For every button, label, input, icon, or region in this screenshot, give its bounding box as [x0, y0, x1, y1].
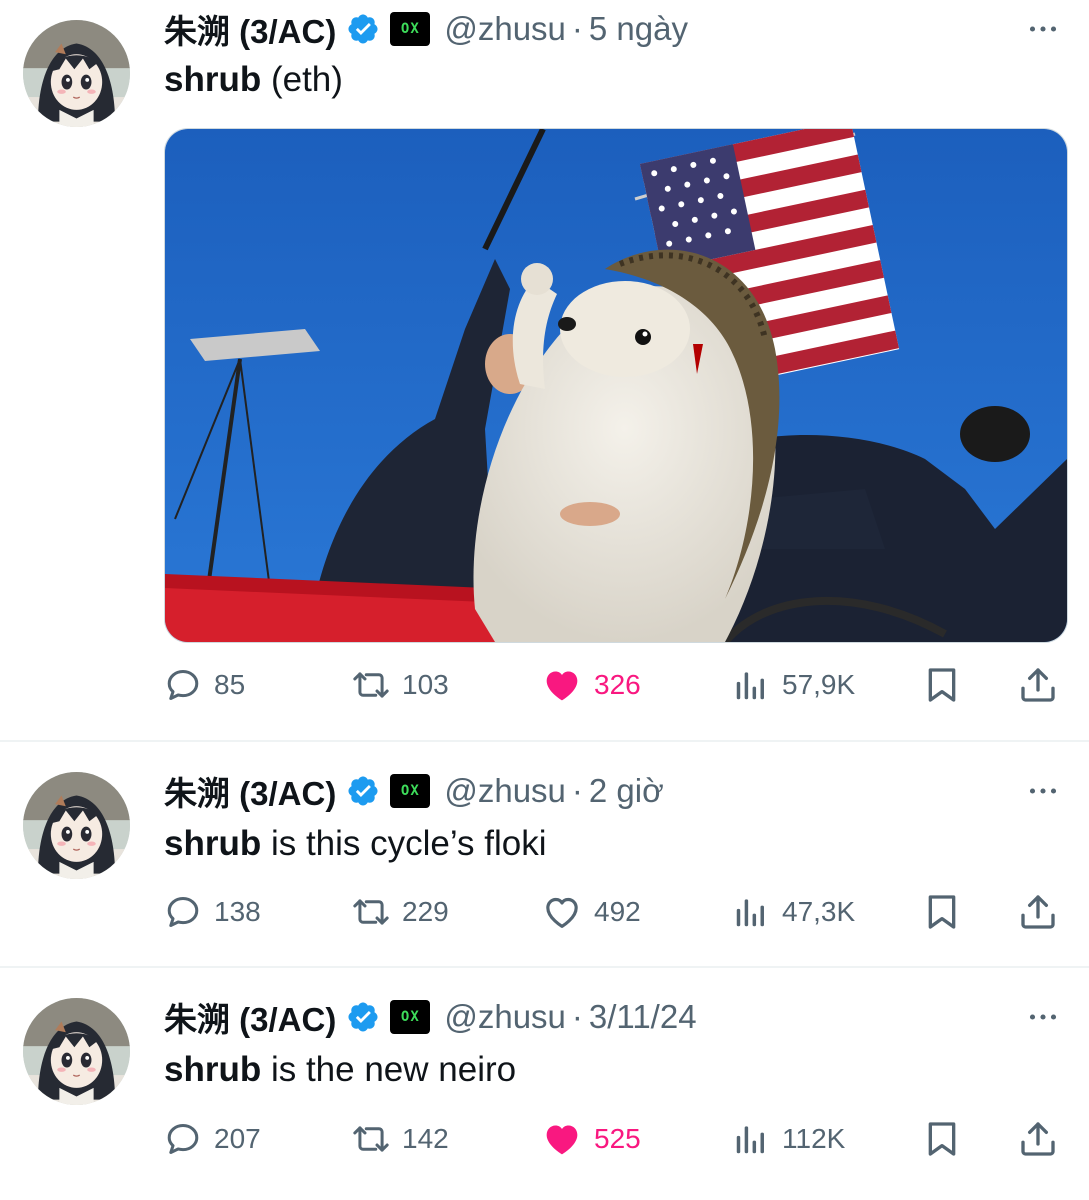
tweet-image[interactable]: [164, 128, 1068, 643]
tweet-text: shrub (eth): [164, 60, 343, 100]
reply-count: 85: [214, 669, 246, 700]
views-button[interactable]: 112K: [732, 1114, 845, 1164]
share-icon: [1018, 1119, 1058, 1159]
verified-icon[interactable]: [346, 12, 380, 46]
share-button[interactable]: [1018, 660, 1058, 710]
analytics-icon: [732, 666, 770, 704]
bookmark-button[interactable]: [922, 1114, 962, 1164]
like-button[interactable]: 492: [542, 887, 641, 937]
avatar[interactable]: [23, 772, 130, 879]
reply-icon: [164, 893, 202, 931]
repost-icon: [352, 893, 390, 931]
like-count: 525: [594, 1123, 641, 1154]
tweet-text-rest: is this cycle’s floki: [261, 824, 547, 863]
tweet-text-bold: shrub: [164, 1050, 262, 1089]
tweet-header: 朱溯 (3/AC) OX @zhusu · 3/11/24: [164, 992, 697, 1042]
tweet-text-bold: shrub: [164, 60, 262, 99]
share-button[interactable]: [1018, 1114, 1058, 1164]
repost-count: 103: [402, 669, 449, 700]
timestamp[interactable]: 5 ngày: [589, 10, 688, 48]
repost-icon: [352, 666, 390, 704]
analytics-icon: [732, 1120, 770, 1158]
verified-icon[interactable]: [346, 1000, 380, 1034]
handle[interactable]: @zhusu: [444, 998, 566, 1036]
heart-icon: [542, 665, 582, 705]
org-badge-label: OX: [400, 783, 420, 799]
tweet-header: 朱溯 (3/AC) OX @zhusu · 2 giờ: [164, 766, 664, 816]
org-badge[interactable]: OX: [390, 1000, 431, 1034]
like-count: 326: [594, 669, 641, 700]
timestamp[interactable]: 3/11/24: [589, 998, 697, 1036]
share-button[interactable]: [1018, 887, 1058, 937]
reply-button[interactable]: 138: [164, 887, 261, 937]
heart-icon: [542, 1119, 582, 1159]
view-count: 47,3K: [782, 896, 856, 927]
repost-button[interactable]: 142: [352, 1114, 449, 1164]
bookmark-button[interactable]: [922, 660, 962, 710]
separator-dot: ·: [571, 772, 583, 809]
bookmark-button[interactable]: [922, 887, 962, 937]
more-button[interactable]: [1025, 992, 1061, 1042]
separator-dot: ·: [571, 10, 583, 47]
reply-icon: [164, 1120, 202, 1158]
repost-count: 229: [402, 896, 449, 927]
analytics-icon: [732, 893, 770, 931]
share-icon: [1018, 665, 1058, 705]
org-badge-label: OX: [400, 21, 420, 37]
org-badge[interactable]: OX: [390, 12, 431, 46]
display-name[interactable]: 朱溯 (3/AC): [164, 5, 336, 53]
view-count: 57,9K: [782, 669, 856, 700]
handle[interactable]: @zhusu: [444, 772, 566, 810]
more-icon: [1025, 11, 1061, 47]
bookmark-icon: [922, 892, 962, 932]
verified-icon[interactable]: [346, 774, 380, 808]
avatar[interactable]: [23, 998, 130, 1105]
like-button[interactable]: 326: [542, 660, 641, 710]
display-name[interactable]: 朱溯 (3/AC): [164, 993, 336, 1041]
tweet-header: 朱溯 (3/AC) OX @zhusu · 5 ngày: [164, 4, 688, 54]
timestamp[interactable]: 2 giờ: [589, 772, 664, 810]
view-count: 112K: [782, 1123, 846, 1154]
hedgehog-photo: [165, 129, 1067, 642]
tweet-3[interactable]: 朱溯 (3/AC) OX @zhusu · 3/11/24 shrub is t…: [0, 968, 1089, 1200]
share-icon: [1018, 892, 1058, 932]
more-icon: [1025, 773, 1061, 809]
tweet-text-bold: shrub: [164, 824, 262, 863]
tweet-1[interactable]: 朱溯 (3/AC) OX @zhusu · 5 ngày shrub (eth): [0, 0, 1089, 740]
action-bar: 138 229 492 47,3K: [164, 887, 1064, 937]
tweet-2[interactable]: 朱溯 (3/AC) OX @zhusu · 2 giờ shrub is thi…: [0, 742, 1089, 966]
repost-count: 142: [402, 1123, 449, 1154]
repost-icon: [352, 1120, 390, 1158]
reply-icon: [164, 666, 202, 704]
reply-count: 138: [214, 896, 261, 927]
bookmark-icon: [922, 1119, 962, 1159]
repost-button[interactable]: 103: [352, 660, 449, 710]
bookmark-icon: [922, 665, 962, 705]
display-name[interactable]: 朱溯 (3/AC): [164, 767, 336, 815]
tweet-text: shrub is this cycle’s floki: [164, 824, 547, 864]
like-button[interactable]: 525: [542, 1114, 641, 1164]
reply-button[interactable]: 207: [164, 1114, 261, 1164]
tweet-text-rest: is the new neiro: [261, 1050, 517, 1089]
views-button[interactable]: 47,3K: [732, 887, 855, 937]
separator-dot: ·: [571, 998, 583, 1035]
tweet-text: shrub is the new neiro: [164, 1050, 516, 1090]
action-bar: 207 142 525 112K: [164, 1114, 1064, 1164]
reply-count: 207: [214, 1123, 261, 1154]
tweet-text-rest: (eth): [261, 60, 343, 99]
action-bar: 85 103 326 57,9K: [164, 660, 1064, 710]
org-badge-label: OX: [400, 1009, 420, 1025]
more-icon: [1025, 999, 1061, 1035]
org-badge[interactable]: OX: [390, 774, 431, 808]
more-button[interactable]: [1025, 4, 1061, 54]
reply-button[interactable]: 85: [164, 660, 245, 710]
like-count: 492: [594, 896, 641, 927]
more-button[interactable]: [1025, 766, 1061, 816]
heart-icon: [542, 892, 582, 932]
avatar[interactable]: [23, 20, 130, 127]
repost-button[interactable]: 229: [352, 887, 449, 937]
views-button[interactable]: 57,9K: [732, 660, 855, 710]
handle[interactable]: @zhusu: [444, 10, 566, 48]
